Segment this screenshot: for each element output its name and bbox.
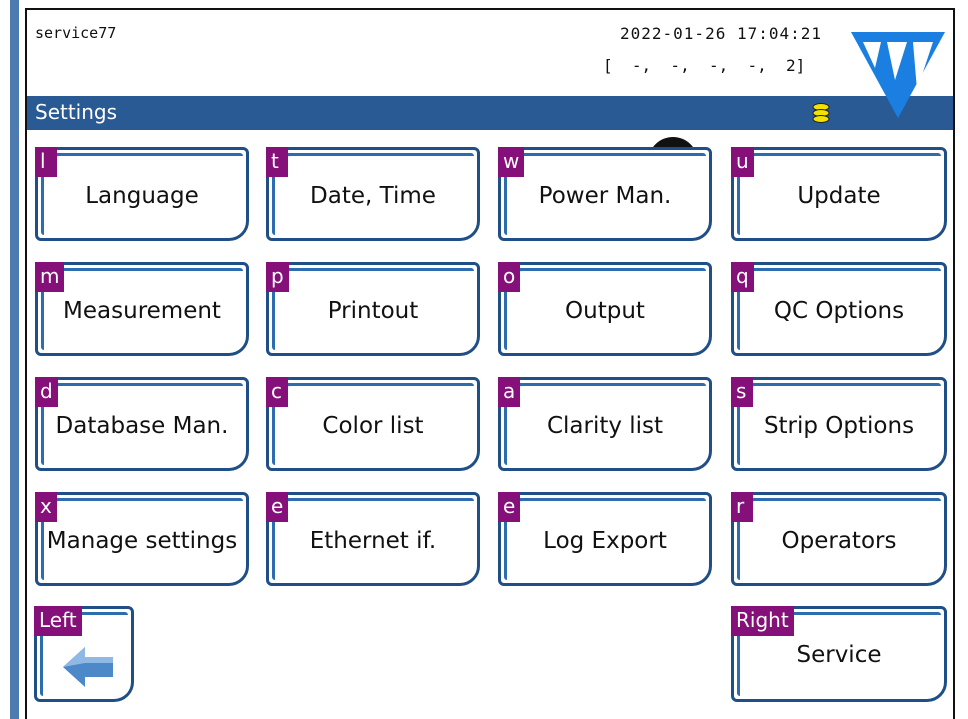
button-label: Database Man. bbox=[55, 413, 229, 439]
key-hint: u bbox=[731, 147, 754, 177]
settings-button-strip-options[interactable]: s Strip Options bbox=[731, 377, 947, 471]
settings-button-printout[interactable]: p Printout bbox=[266, 262, 480, 356]
button-label: Service bbox=[796, 642, 882, 668]
button-label: Ethernet if. bbox=[309, 528, 437, 554]
button-label: Log Export bbox=[543, 528, 667, 554]
operator-name: service77 bbox=[35, 24, 117, 42]
logo-icon bbox=[851, 32, 945, 118]
settings-button-date-time[interactable]: t Date, Time bbox=[266, 147, 480, 241]
button-label: Color list bbox=[322, 413, 424, 439]
button-label: Language bbox=[85, 183, 199, 209]
settings-button-power-man[interactable]: w Power Man. bbox=[498, 147, 712, 241]
key-hint: l bbox=[35, 147, 57, 177]
page-title: Settings bbox=[35, 100, 118, 124]
key-hint: p bbox=[266, 262, 289, 292]
settings-button-qc-options[interactable]: q QC Options bbox=[731, 262, 947, 356]
button-label: QC Options bbox=[773, 298, 905, 324]
service-button[interactable]: Right Service bbox=[731, 606, 947, 702]
key-hint: s bbox=[731, 377, 753, 407]
button-label: Printout bbox=[327, 298, 419, 324]
button-label: Power Man. bbox=[538, 183, 672, 209]
key-hint: t bbox=[266, 147, 288, 177]
settings-button-log-export[interactable]: e Log Export bbox=[498, 492, 712, 586]
arrow-left-icon bbox=[63, 647, 113, 687]
settings-button-clarity-list[interactable]: a Clarity list bbox=[498, 377, 712, 471]
counters: [ -, -, -, -, 2] bbox=[603, 56, 806, 75]
settings-button-operators[interactable]: r Operators bbox=[731, 492, 947, 586]
settings-button-update[interactable]: u Update bbox=[731, 147, 947, 241]
device-frame-stripe bbox=[10, 0, 19, 719]
settings-button-database-man[interactable]: d Database Man. bbox=[35, 377, 249, 471]
settings-button-color-list[interactable]: c Color list bbox=[266, 377, 480, 471]
button-label: Output bbox=[565, 298, 645, 324]
settings-button-ethernet-if[interactable]: e Ethernet if. bbox=[266, 492, 480, 586]
key-hint: q bbox=[731, 262, 754, 292]
key-hint: Left bbox=[34, 606, 82, 636]
key-hint: m bbox=[35, 262, 65, 292]
datetime: 2022-01-26 17:04:21 bbox=[620, 24, 823, 43]
settings-button-output[interactable]: o Output bbox=[498, 262, 712, 356]
key-hint: Right bbox=[731, 606, 794, 636]
key-hint: a bbox=[498, 377, 521, 407]
key-hint: c bbox=[266, 377, 288, 407]
key-hint: x bbox=[35, 492, 57, 522]
key-hint: w bbox=[498, 147, 525, 177]
key-hint: e bbox=[498, 492, 521, 522]
device-frame bbox=[0, 0, 10, 719]
button-label: Strip Options bbox=[763, 413, 915, 439]
key-hint: e bbox=[266, 492, 289, 522]
button-label: Clarity list bbox=[546, 413, 664, 439]
settings-button-measurement[interactable]: m Measurement bbox=[35, 262, 249, 356]
key-hint: d bbox=[35, 377, 58, 407]
button-label: Manage settings bbox=[46, 528, 238, 554]
settings-button-language[interactable]: l Language bbox=[35, 147, 249, 241]
button-label: Date, Time bbox=[310, 183, 436, 209]
button-label: Measurement bbox=[63, 298, 221, 324]
button-label: Update bbox=[797, 183, 881, 209]
left-button[interactable]: Left bbox=[34, 606, 134, 702]
key-hint: o bbox=[498, 262, 521, 292]
database-icon bbox=[812, 103, 830, 123]
key-hint: r bbox=[731, 492, 753, 522]
settings-button-manage-settings[interactable]: x Manage settings bbox=[35, 492, 249, 586]
button-label: Operators bbox=[781, 528, 897, 554]
